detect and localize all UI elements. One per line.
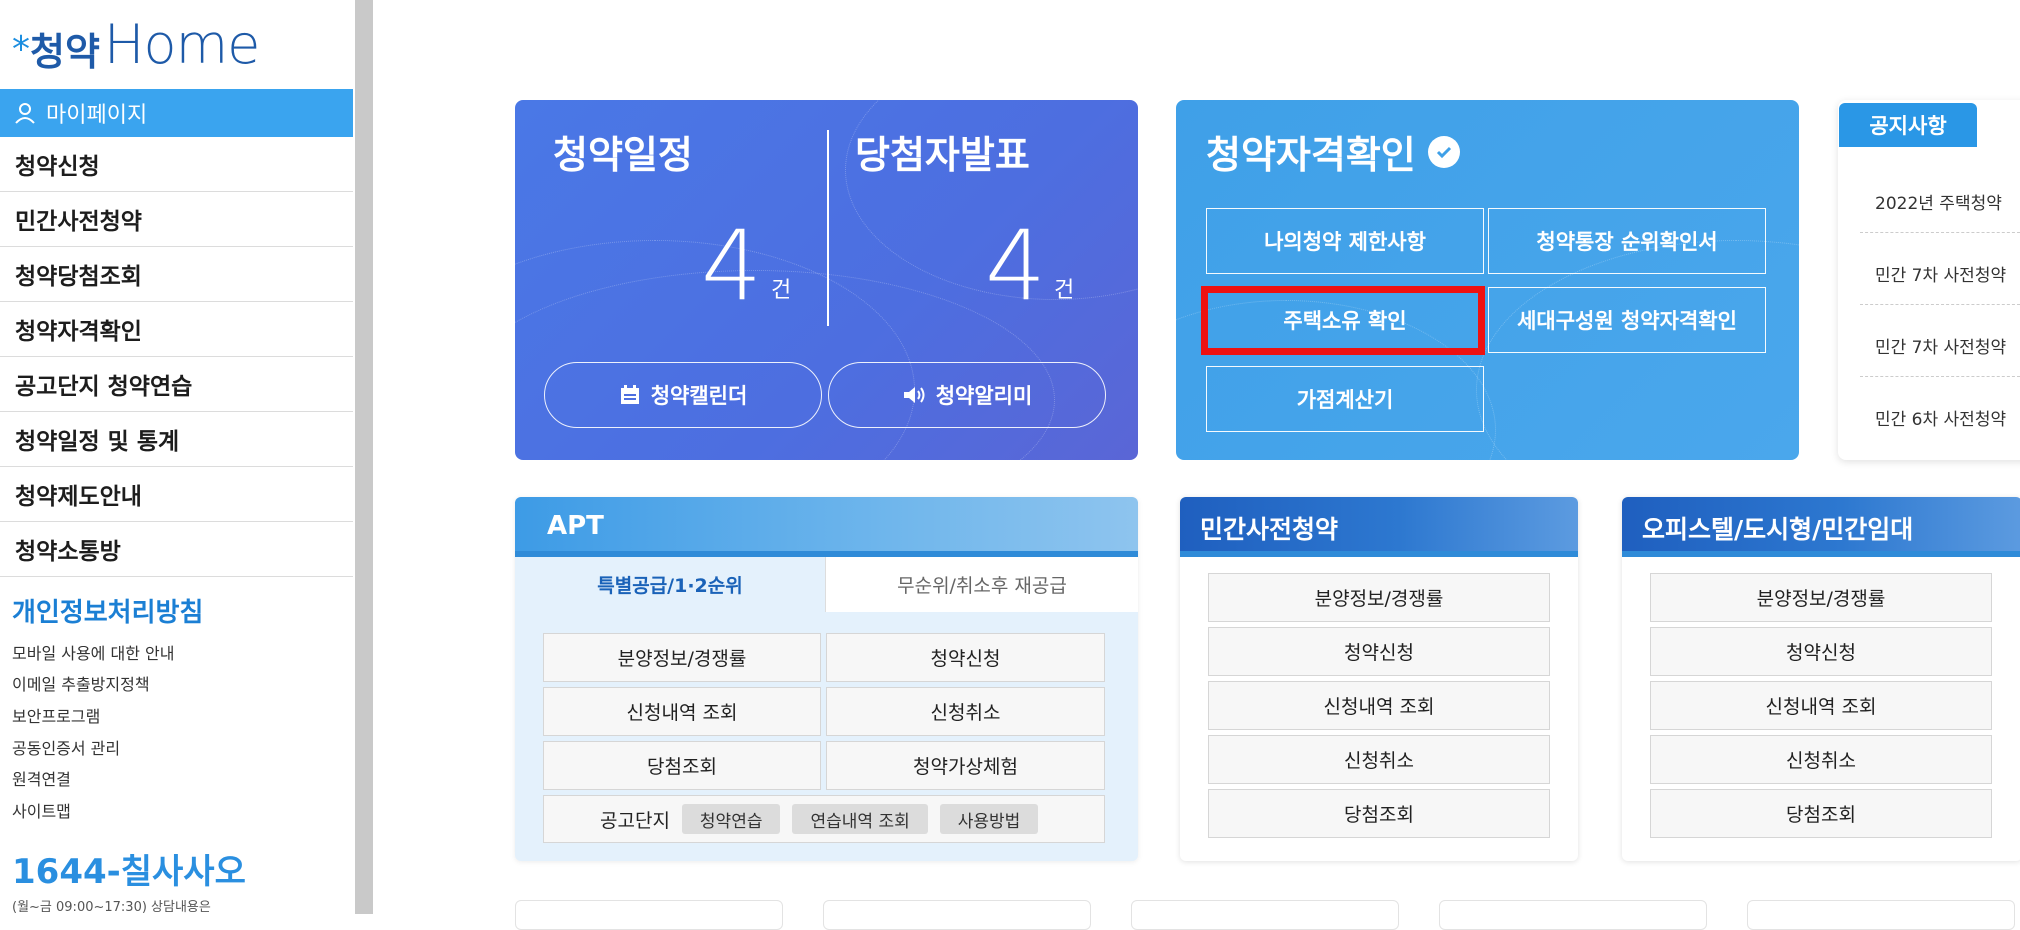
speaker-icon: [903, 387, 925, 403]
calendar-button[interactable]: 청약캘린더: [544, 362, 822, 428]
link-mobile-guide[interactable]: 모바일 사용에 대한 안내: [12, 640, 174, 664]
winner-count-unit: 건: [1054, 278, 1075, 303]
sidebar-item-practice[interactable]: 공고단지 청약연습: [0, 357, 353, 412]
presale-info-button[interactable]: 분양정보/경쟁률: [1208, 573, 1550, 622]
officetel-header: 오피스텔/도시형/민간임대: [1622, 497, 2020, 557]
score-calculator-button[interactable]: 가점계산기: [1206, 366, 1484, 432]
schedule-count-unit: 건: [771, 278, 792, 303]
officetel-title: 오피스텔/도시형/민간임대: [1642, 515, 1914, 544]
house-ownership-button[interactable]: 주택소유 확인: [1206, 287, 1484, 353]
bottom-card: [1131, 900, 1399, 930]
apt-title: APT: [547, 511, 604, 541]
sidebar-item-presale[interactable]: 민간사전청약: [0, 192, 353, 247]
sidebar-item-guide[interactable]: 청약제도안내: [0, 467, 353, 522]
link-email-policy[interactable]: 이메일 추출방지정책: [12, 671, 150, 695]
sidebar-item-apply[interactable]: 청약신청: [0, 137, 353, 192]
mypage-button[interactable]: 마이페이지: [0, 89, 353, 137]
sidebar-item-community[interactable]: 청약소통방: [0, 522, 353, 577]
sidebar-scrollbar[interactable]: [355, 0, 373, 914]
notice-item[interactable]: 민간 6차 사전청약: [1875, 405, 2006, 430]
bottom-card: [823, 900, 1091, 930]
apt-cancel-button[interactable]: 신청취소: [826, 687, 1105, 736]
link-security-program[interactable]: 보안프로그램: [12, 703, 100, 727]
bottom-card: [1747, 900, 2015, 930]
tab-special-supply[interactable]: 특별공급/1·2순위: [515, 557, 825, 612]
eligibility-card: 청약자격확인 나의청약 제한사항 청약통장 순위확인서 주택소유 확인 세대구성…: [1176, 100, 1799, 460]
practice-row: 공고단지 청약연습 연습내역 조회 사용방법: [543, 795, 1105, 843]
officetel-cancel-button[interactable]: 신청취소: [1650, 735, 1992, 784]
practice-label: 공고단지: [600, 809, 670, 832]
presale-header: 민간사전청약: [1180, 497, 1578, 557]
schedule-count[interactable]: 4: [701, 218, 762, 314]
card-divider: [827, 130, 829, 326]
apt-header: APT: [515, 497, 1138, 557]
account-rank-button[interactable]: 청약통장 순위확인서: [1488, 208, 1766, 274]
privacy-policy-link[interactable]: 개인정보처리방침: [12, 592, 203, 629]
practice-button[interactable]: 청약연습: [681, 804, 781, 834]
notice-item[interactable]: 2022년 주택청약: [1875, 189, 2002, 214]
presale-panel: 민간사전청약 분양정보/경쟁률 청약신청 신청내역 조회 신청취소 당첨조회: [1180, 497, 1578, 861]
household-eligibility-button[interactable]: 세대구성원 청약자격확인: [1488, 287, 1766, 353]
bottom-card: [515, 900, 783, 930]
officetel-history-button[interactable]: 신청내역 조회: [1650, 681, 1992, 730]
eligibility-title: 청약자격확인: [1206, 124, 1460, 179]
check-circle-icon: [1427, 135, 1460, 168]
support-phone: 1644-칠사사오: [12, 852, 246, 892]
officetel-info-button[interactable]: 분양정보/경쟁률: [1650, 573, 1992, 622]
apt-apply-button[interactable]: 청약신청: [826, 633, 1105, 682]
schedule-title: 청약일정: [553, 133, 693, 177]
apt-history-button[interactable]: 신청내역 조회: [543, 687, 821, 736]
presale-history-button[interactable]: 신청내역 조회: [1208, 681, 1550, 730]
presale-winner-button[interactable]: 당첨조회: [1208, 789, 1550, 838]
notice-divider: [1860, 304, 2020, 305]
presale-title: 민간사전청약: [1200, 515, 1339, 544]
apt-simulation-button[interactable]: 청약가상체험: [826, 741, 1105, 790]
officetel-winner-button[interactable]: 당첨조회: [1650, 789, 1992, 838]
my-restriction-button[interactable]: 나의청약 제한사항: [1206, 208, 1484, 274]
apt-panel: APT 특별공급/1·2순위 무순위/취소후 재공급 분양정보/경쟁률 청약신청…: [515, 497, 1138, 861]
apt-sale-info-button[interactable]: 분양정보/경쟁률: [543, 633, 821, 682]
user-icon: [15, 103, 35, 124]
notice-item[interactable]: 민간 7차 사전청약: [1875, 333, 2006, 358]
star-icon: *: [12, 29, 30, 70]
presale-cancel-button[interactable]: 신청취소: [1208, 735, 1550, 784]
schedule-card: 청약일정 4 건 당첨자발표 4 건 청약캘린더 청약알리미: [515, 100, 1138, 460]
tab-resupply[interactable]: 무순위/취소후 재공급: [825, 557, 1138, 612]
sidebar-item-winner[interactable]: 청약당첨조회: [0, 247, 353, 302]
site-logo[interactable]: * 청약 Home: [12, 13, 260, 76]
apt-winner-button[interactable]: 당첨조회: [543, 741, 821, 790]
officetel-panel: 오피스텔/도시형/민간임대 분양정보/경쟁률 청약신청 신청내역 조회 신청취소…: [1622, 497, 2020, 861]
notice-tab[interactable]: 공지사항: [1839, 103, 1977, 147]
usage-guide-button[interactable]: 사용방법: [939, 804, 1039, 834]
winner-title: 당첨자발표: [855, 133, 1030, 177]
winner-count[interactable]: 4: [985, 218, 1046, 314]
notice-item[interactable]: 민간 7차 사전청약: [1875, 261, 2006, 286]
support-hours-note: (월~금 09:00~17:30) 상담내용은: [12, 900, 211, 915]
notice-divider: [1860, 232, 2020, 233]
alarm-button[interactable]: 청약알리미: [828, 362, 1106, 428]
practice-history-button[interactable]: 연습내역 조회: [792, 804, 928, 834]
presale-apply-button[interactable]: 청약신청: [1208, 627, 1550, 676]
notice-divider: [1860, 376, 2020, 377]
link-remote[interactable]: 원격연결: [12, 766, 71, 790]
calendar-icon: [620, 385, 639, 404]
sidebar-item-schedule-stats[interactable]: 청약일정 및 통계: [0, 412, 353, 467]
sidebar-item-eligibility[interactable]: 청약자격확인: [0, 302, 353, 357]
link-certificate[interactable]: 공동인증서 관리: [12, 735, 120, 759]
sidebar: * 청약 Home 마이페이지 청약신청 민간사전청약 청약당첨조회 청약자격확…: [0, 0, 353, 915]
bottom-card: [1439, 900, 1707, 930]
link-sitemap[interactable]: 사이트맵: [12, 798, 71, 822]
officetel-apply-button[interactable]: 청약신청: [1650, 627, 1992, 676]
